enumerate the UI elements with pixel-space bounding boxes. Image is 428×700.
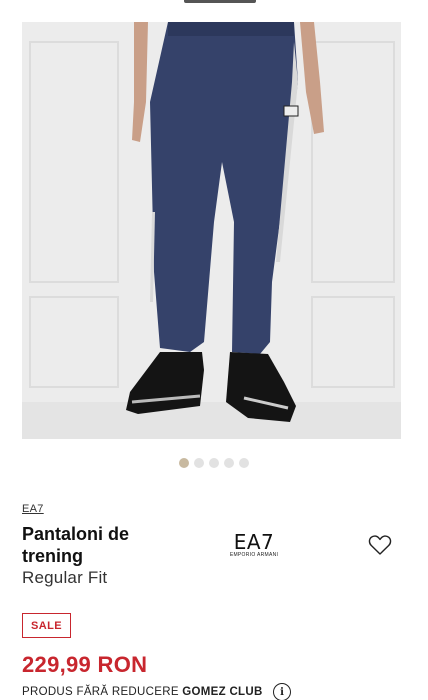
product-price: 229,99 RON bbox=[22, 652, 148, 677]
club-promo-text: PRODUS FĂRĂ REDUCERE GOMEZ CLUB bbox=[22, 686, 263, 698]
carousel-dot-5[interactable] bbox=[239, 458, 249, 468]
sale-badge: SALE bbox=[22, 613, 71, 638]
promo-club-name: GOMEZ CLUB bbox=[182, 686, 263, 698]
brand-logo[interactable]: EA7 EMPORIO ARMANI bbox=[226, 532, 282, 564]
brand-link[interactable]: EA7 bbox=[22, 503, 44, 515]
brand-logo-main: EA7 bbox=[233, 530, 275, 554]
product-fit: Regular Fit bbox=[22, 568, 108, 587]
top-scroll-indicator bbox=[184, 0, 256, 3]
heart-outline-icon[interactable] bbox=[368, 534, 392, 556]
carousel-dot-2[interactable] bbox=[194, 458, 204, 468]
carousel-dot-3[interactable] bbox=[209, 458, 219, 468]
promo-prefix: PRODUS FĂRĂ REDUCERE bbox=[22, 686, 179, 698]
product-title: Pantaloni de trening bbox=[22, 524, 130, 566]
brand-logo-sub: EMPORIO ARMANI bbox=[229, 552, 279, 558]
info-circle-icon[interactable]: i bbox=[273, 683, 291, 700]
carousel-dot-1[interactable] bbox=[179, 458, 189, 468]
carousel-dots bbox=[0, 458, 428, 468]
product-image[interactable] bbox=[22, 22, 401, 439]
carousel-dot-4[interactable] bbox=[224, 458, 234, 468]
